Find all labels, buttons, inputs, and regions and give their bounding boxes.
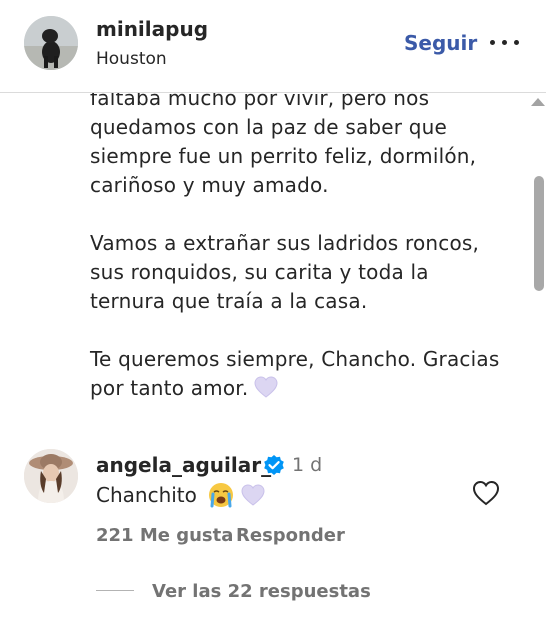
more-options-icon[interactable]: [486, 32, 522, 52]
comment-avatar[interactable]: [24, 449, 78, 503]
caption-line: siempre fue un perrito feliz, dormilón,: [90, 144, 477, 168]
post-caption: faltaba mucho por vivir, pero nos quedam…: [90, 84, 510, 406]
comment-like-count[interactable]: 221 Me gusta: [96, 525, 233, 546]
comment-text: Chanchito: [96, 483, 197, 507]
post-username[interactable]: minilapug: [96, 17, 208, 41]
reply-button[interactable]: Responder: [236, 525, 345, 546]
view-replies-button[interactable]: Ver las 22 respuestas: [152, 581, 371, 602]
profile-avatar[interactable]: [24, 16, 78, 70]
follow-button[interactable]: Seguir: [404, 31, 477, 55]
verified-badge-icon: [263, 454, 285, 476]
white-heart-icon: [254, 376, 278, 406]
scrollbar-thumb[interactable]: [534, 176, 544, 291]
post-header: minilapug Houston Seguir: [0, 0, 546, 93]
like-heart-icon[interactable]: [472, 480, 500, 506]
caption-paragraph-2: Vamos a extrañar sus ladridos roncos, su…: [90, 231, 480, 313]
replies-divider: [96, 590, 134, 591]
post-location[interactable]: Houston: [96, 49, 167, 69]
caption-paragraph-3: Te queremos siempre, Chancho. Gracias po…: [90, 345, 510, 406]
scroll-up-arrow-icon[interactable]: [531, 98, 545, 106]
white-heart-icon: [241, 484, 265, 510]
commenter-photo: [24, 449, 78, 503]
caption-paragraph-1: faltaba mucho por vivir, pero nos quedam…: [90, 84, 510, 200]
comment-time: 1 d: [292, 454, 323, 476]
crying-face-icon: [208, 482, 234, 512]
pug-photo: [24, 16, 78, 70]
caption-paragraph-3-text: Te queremos siempre, Chancho. Gracias po…: [90, 347, 500, 400]
caption-line: quedamos con la paz de saber que: [90, 115, 448, 139]
comment-username[interactable]: angela_aguilar_: [96, 453, 271, 477]
caption-line: cariñoso y muy amado.: [90, 173, 329, 197]
